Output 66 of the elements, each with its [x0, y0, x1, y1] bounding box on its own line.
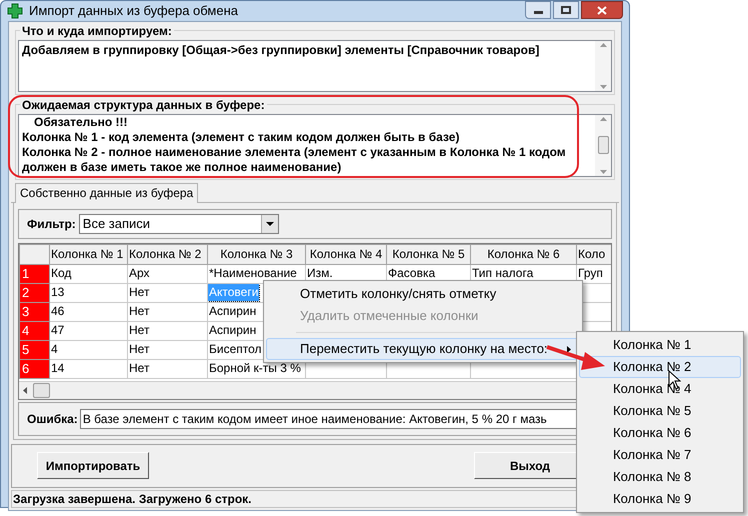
menu-item[interactable]: Колонка № 2 [579, 356, 741, 378]
scroll-down-icon[interactable] [600, 170, 606, 174]
close-button[interactable] [581, 1, 623, 19]
memo-line: Колонка № 2 - полное наименование элемента (элемент с указанным в Колонка № 1 кодом должен в базе иметь такое же полное наименование) [22, 144, 567, 174]
filter-label: Фильтр: [27, 216, 76, 232]
plus-cross-icon [7, 2, 23, 19]
table-cell: 46 [50, 303, 66, 320]
scroll-thumb[interactable] [33, 382, 50, 398]
table-cell: Борной к-ты 3 % [208, 360, 302, 377]
table-cell: Нет [128, 360, 150, 377]
table-cell: *Наименование [208, 265, 298, 282]
row-number: 1 [20, 264, 50, 283]
close-icon [597, 6, 607, 14]
menu-item[interactable]: Колонка № 9 [579, 488, 741, 510]
scroll-up-icon[interactable] [600, 42, 606, 46]
import-button[interactable]: Импортировать [37, 452, 149, 479]
memo-heading: Обязательно !!! [33, 114, 129, 130]
table-cell: Нет [128, 284, 150, 301]
maximize-button[interactable] [553, 1, 579, 19]
memo-line: Колонка № 1 - код элемента (элемент с таким кодом должен быть в базе) [22, 130, 460, 144]
scroll-down-icon[interactable] [600, 84, 606, 88]
window-title: Импорт данных из буфера обмена [29, 2, 238, 20]
scroll-up-icon[interactable] [600, 116, 606, 120]
group-label: Ожидаемая структура данных в буфере: [21, 96, 266, 114]
table-cell: 13 [50, 284, 66, 301]
table-cell: Бисептол [208, 341, 263, 358]
row-number: 5 [20, 340, 50, 359]
table-cell: Аспирин [208, 303, 258, 320]
row-number: 4 [20, 321, 50, 340]
dropdown-value: Все записи [82, 214, 150, 233]
column-header[interactable]: Колонка № 6 [472, 245, 575, 263]
error-label: Ошибка: [27, 410, 78, 428]
table-cell: Тип налога [472, 265, 534, 282]
minimize-button[interactable] [525, 1, 551, 19]
column-header[interactable]: Колонка № 4 [307, 245, 385, 263]
table-cell: Нет [128, 341, 150, 358]
table-cell: Изм. [306, 265, 334, 282]
row-number: 3 [20, 302, 50, 321]
table-cell: 14 [50, 360, 66, 377]
table-cell: 4 [50, 341, 59, 358]
table-cell: 47 [50, 322, 66, 339]
menu-item[interactable]: Колонка № 1 [579, 334, 741, 356]
scroll-left-icon[interactable] [23, 386, 27, 394]
table-cell: Фасовка [388, 265, 436, 282]
table-cell: Нет [128, 303, 150, 320]
table-cell: Арх [128, 265, 151, 282]
filter-dropdown[interactable]: Все записи [78, 214, 279, 234]
tab[interactable]: Собственно данные из буфера [15, 182, 198, 204]
table-cell: Актовеги [208, 284, 260, 301]
column-header[interactable]: Колонка № 2 [129, 245, 206, 263]
menu-item: Удалить отмеченные колонки [299, 307, 480, 326]
column-header[interactable]: Колонка № 5 [388, 245, 469, 263]
table-cell: Нет [128, 322, 150, 339]
table-cell: Аспирин [208, 322, 258, 339]
pointer-arrow [545, 343, 607, 373]
table-cell: Груп [578, 265, 604, 282]
memo-text: Добавляем в группировку [Общая->без группировки] элементы [Справочник товаров] [21, 42, 540, 58]
table-cell: Код [50, 265, 72, 282]
column-header[interactable]: Коло [578, 245, 611, 263]
scroll-thumb[interactable] [598, 136, 608, 154]
menu-item[interactable]: Отметить колонку/снять отметку [266, 283, 580, 305]
column-header[interactable]: Колонка № 3 [209, 245, 304, 263]
group-label: Что и куда импортируем: [21, 22, 173, 40]
column-header[interactable]: Колонка № 1 [51, 245, 126, 263]
row-number: 6 [20, 359, 50, 378]
row-number: 2 [20, 283, 50, 302]
